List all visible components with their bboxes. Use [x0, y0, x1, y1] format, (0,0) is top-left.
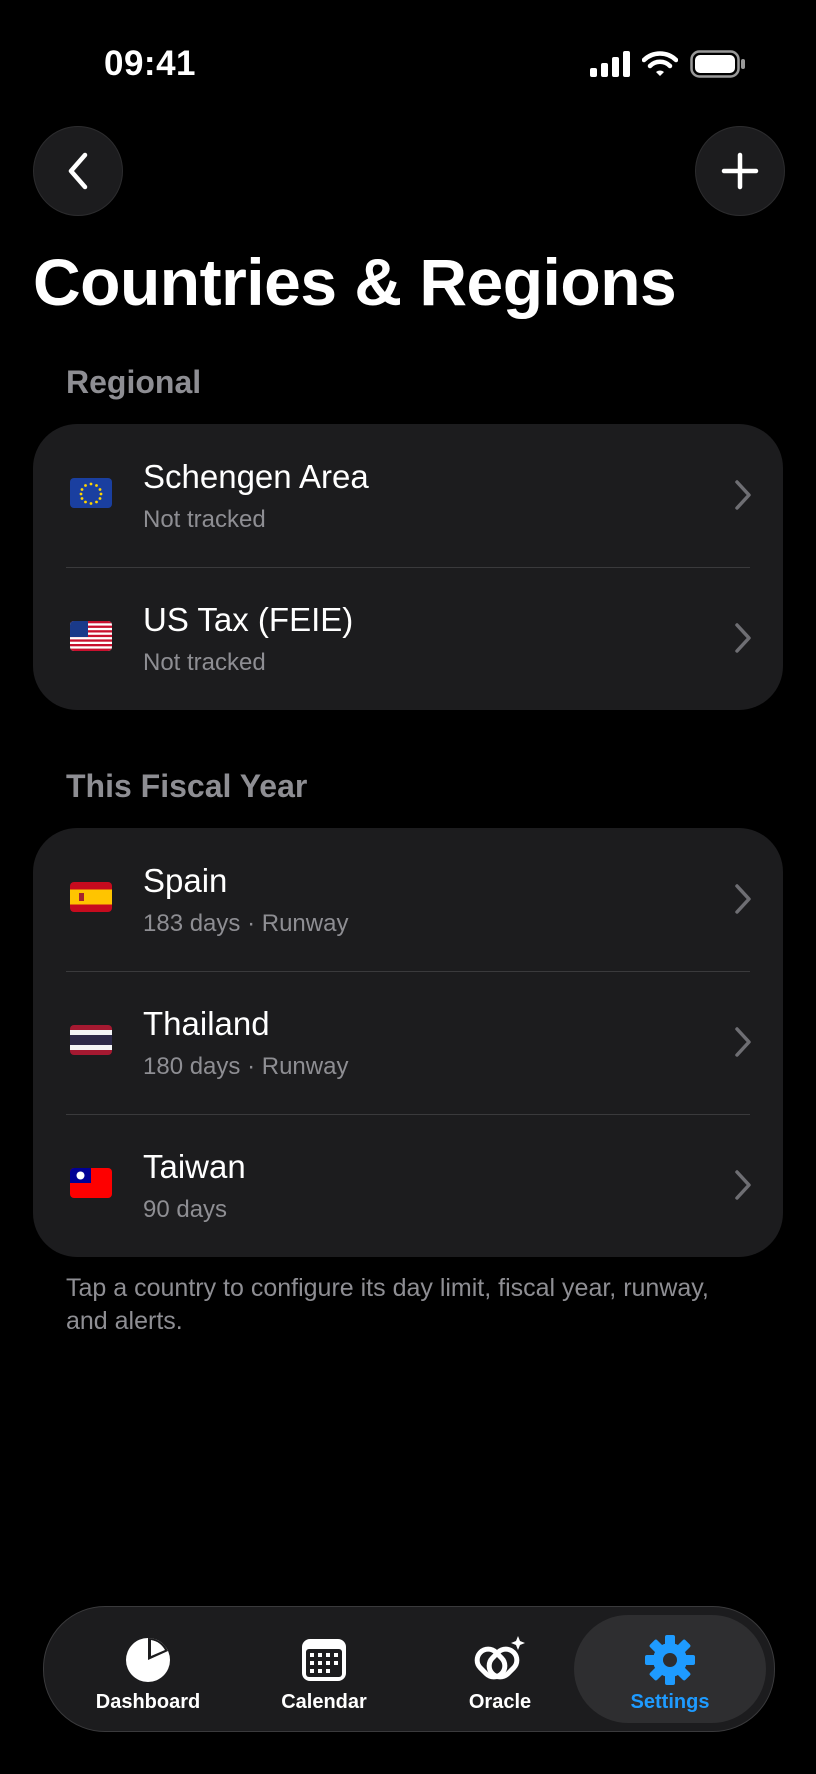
oracle-icon [474, 1636, 525, 1680]
country-name: Spain [143, 862, 228, 899]
country-days: 183 days · Runway [143, 910, 349, 937]
chevron-right-icon [735, 623, 751, 653]
gear-icon [645, 1635, 695, 1685]
tab-calendar[interactable]: Calendar [242, 1615, 406, 1723]
country-name: US Tax (FEIE) [143, 601, 354, 638]
tab-bar: Dashboard Calendar Oracle Settings [43, 1606, 775, 1732]
page-title: Countries & Regions [33, 245, 677, 319]
pie-chart-icon [126, 1638, 170, 1682]
wifi-icon [642, 51, 678, 76]
country-name: Taiwan [143, 1148, 246, 1185]
add-country-button[interactable] [695, 126, 785, 216]
country-status: Not tracked [143, 506, 266, 533]
plus-icon [721, 152, 759, 190]
section-header-fiscal-year: This Fiscal Year [66, 768, 308, 804]
tab-label: Dashboard [95, 1691, 201, 1713]
chevron-right-icon [735, 1027, 751, 1057]
chevron-right-icon [735, 884, 751, 914]
chevron-left-icon [68, 152, 88, 190]
fiscal-year-card: Spain 183 days · Runway Thailand 180 day… [33, 828, 783, 1257]
us-flag-icon [70, 621, 112, 651]
back-button[interactable] [33, 126, 123, 216]
chevron-right-icon [735, 1170, 751, 1200]
section-header-regional: Regional [66, 364, 202, 400]
status-bar: 09:41 [0, 0, 816, 120]
taiwan-flag-icon [70, 1168, 112, 1198]
eu-flag-icon [70, 478, 112, 508]
regional-card: Schengen Area Not tracked US Tax (FEIE) … [33, 424, 783, 710]
list-item-thailand[interactable]: Thailand 180 days · Runway [33, 971, 783, 1114]
calendar-icon [302, 1639, 346, 1681]
battery-icon [690, 50, 745, 78]
tab-dashboard[interactable]: Dashboard [66, 1615, 230, 1723]
tab-label: Settings [630, 1691, 710, 1713]
tab-label: Calendar [281, 1691, 367, 1713]
spain-flag-icon [70, 882, 112, 912]
country-name: Thailand [143, 1005, 270, 1042]
list-item-schengen-area[interactable]: Schengen Area Not tracked [33, 424, 783, 567]
country-days: 90 days [143, 1196, 228, 1223]
chevron-right-icon [735, 480, 751, 510]
tab-settings[interactable]: Settings [574, 1615, 766, 1723]
thailand-flag-icon [70, 1025, 112, 1055]
country-name: Schengen Area [143, 458, 369, 495]
tab-label: Oracle [468, 1691, 532, 1713]
tab-oracle[interactable]: Oracle [418, 1615, 582, 1723]
list-item-us-tax[interactable]: US Tax (FEIE) Not tracked [33, 567, 783, 710]
list-item-spain[interactable]: Spain 183 days · Runway [33, 828, 783, 971]
footnote: Tap a country to configure its day limit… [66, 1274, 709, 1335]
list-item-taiwan[interactable]: Taiwan 90 days [33, 1114, 783, 1257]
country-status: Not tracked [143, 649, 266, 676]
signal-icon [590, 51, 630, 77]
status-time: 09:41 [104, 44, 197, 83]
country-days: 180 days · Runway [143, 1053, 349, 1080]
